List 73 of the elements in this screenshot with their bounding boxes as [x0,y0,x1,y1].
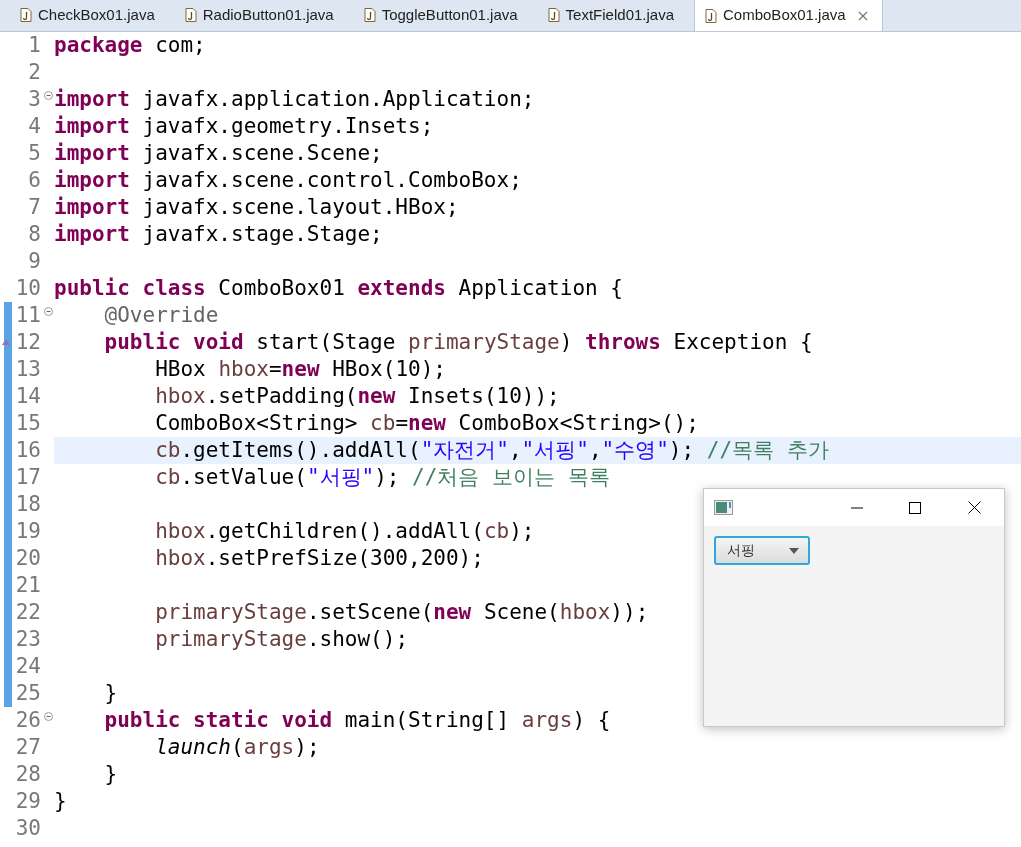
line-number: 27 [14,737,42,758]
java-file-icon [705,8,717,23]
combo-box[interactable]: 서핑 [714,536,810,565]
java-file-icon [363,8,376,22]
line-number: 3 [27,89,42,110]
line-number: 5 [27,143,42,164]
java-file-icon [547,8,560,22]
code-line: import javafx.scene.Scene; [54,143,383,164]
line-number: 10 [14,278,42,299]
line-number: 6 [27,170,42,191]
code-line: cb.getItems().addAll("자전거","서핑","수영"); //목록 추가 [154,440,829,461]
line-number: 16 [14,440,42,461]
line-number: 17 [14,467,42,488]
code-line: HBox hbox=new HBox(10); [154,359,446,380]
line-number: 12 [14,332,42,353]
line-number: 4 [27,116,42,137]
line-number: 15 [14,413,42,434]
code-line: primaryStage.setScene(new Scene(hbox)); [154,602,649,623]
line-number: 2 [27,62,42,83]
fold-minus-icon[interactable] [43,307,53,316]
line-number: 7 [27,197,42,218]
line-number: 18 [14,494,42,515]
code-line: public void start(Stage primaryStage) throws Exception { [103,332,813,353]
editor-tab[interactable]: ComboBox01.java [694,0,883,31]
code-line: } [103,683,118,704]
close-icon[interactable] [968,501,981,514]
fold-minus-icon[interactable] [43,712,53,721]
editor-tab[interactable]: RadioButton01.java [174,0,348,31]
code-line: hbox.getChildren().addAll(cb); [154,521,535,542]
code-line: public class ComboBox01 extends Application { [54,278,623,299]
editor-tab[interactable]: CheckBox01.java [10,0,169,31]
line-number: 19 [14,521,42,542]
code-line: @Override [103,305,219,326]
line-number: 28 [14,764,42,785]
java-file-icon [184,8,197,22]
line-number: 11 [14,305,42,326]
code-line: hbox.setPadding(new Insets(10)); [154,386,560,407]
line-number: 1 [27,35,42,56]
line-number: 29 [14,791,42,812]
code-line: import javafx.scene.layout.HBox; [54,197,459,218]
line-number: 21 [14,575,42,596]
code-line: ComboBox<String> cb=new ComboBox<String>(); [154,413,699,434]
minimize-icon[interactable] [851,506,863,509]
code-line: public static void main(String[] args) { [103,710,611,731]
code-line: launch(args); [154,737,320,758]
code-line: import javafx.geometry.Insets; [54,116,434,137]
code-line: import javafx.stage.Stage; [54,224,383,245]
code-line: cb.setValue("서핑"); //처음 보이는 목록 [154,467,610,488]
code-line: package com; [54,35,206,56]
editor-tab[interactable]: ToggleButton01.java [353,0,532,31]
line-number: 20 [14,548,42,569]
line-number: 24 [14,656,42,677]
line-number: 22 [14,602,42,623]
code-line: } [103,764,118,785]
line-number: 14 [14,386,42,407]
line-number: 30 [14,818,42,839]
java-file-icon [20,8,32,22]
code-line: primaryStage.show(); [154,629,409,650]
code-line: import javafx.application.Application; [54,89,535,110]
code-line: } [54,791,67,812]
line-number: 25 [14,683,42,704]
line-number: 8 [27,224,42,245]
dropdown-arrow-icon [789,547,799,554]
window-icon [714,500,733,515]
fold-minus-icon[interactable] [43,91,53,100]
code-line: import javafx.scene.control.ComboBox; [54,170,522,191]
code-line: hbox.setPrefSize(300,200); [154,548,484,569]
line-number: 26 [14,710,42,731]
line-number: 23 [14,629,42,650]
maximize-icon[interactable] [909,501,921,514]
editor-tab[interactable]: TextField01.java [537,0,688,31]
line-number: 13 [14,359,42,380]
line-number: 9 [27,251,42,272]
